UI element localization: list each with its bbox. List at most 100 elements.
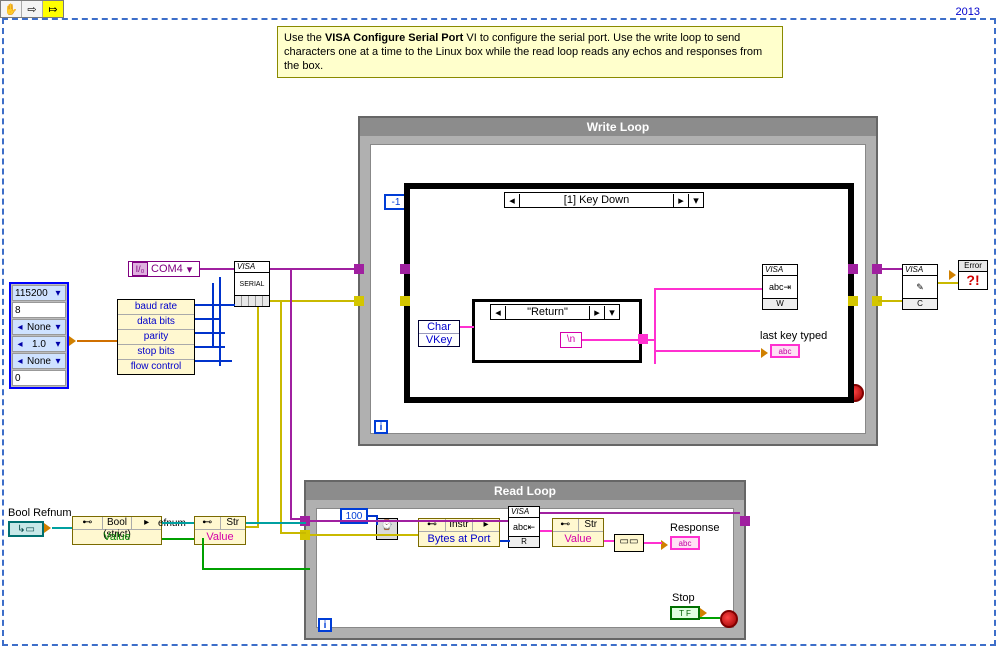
dropdown-icon[interactable]: ▾ [688,194,703,207]
highlight-exec-button[interactable]: ⤇ [43,1,63,17]
wire [246,526,259,528]
wire [540,512,740,514]
wire [195,332,225,334]
bbn-parity[interactable]: parity [118,330,194,345]
event-prev-icon[interactable]: ◂ [505,194,520,207]
wire [654,350,760,352]
year-tag: 2013 [952,6,984,18]
response-terminal[interactable]: abc [670,536,700,550]
wire [257,307,259,527]
extra-const[interactable]: 0 [12,370,66,386]
visa-resource-value: COM4 [151,263,183,275]
bbn-baud[interactable]: baud rate [118,300,194,315]
wire [878,268,902,270]
visa-write[interactable]: VISA abc⇥ W [762,264,798,310]
last-key-typed-terminal[interactable]: abc [770,344,800,358]
str-property-node-2[interactable]: ⊷Str Value [552,518,604,547]
bbn-databits[interactable]: data bits [118,315,194,330]
wire [654,288,762,290]
tunnel [638,334,648,344]
read-loop-title: Read Loop [306,482,744,500]
visa-close[interactable]: VISA ✎ C [902,264,938,310]
tunnel [354,264,364,274]
wire [290,268,292,520]
databits-const[interactable]: 8 [12,302,66,318]
bbn-stopbits[interactable]: stop bits [118,345,194,360]
wire [878,300,902,302]
wire [938,282,958,284]
wire [310,534,418,536]
bundle-by-name[interactable]: baud rate data bits parity stop bits flo… [117,299,195,375]
visa-configure-serial-port[interactable]: VISA SERIAL [234,261,270,296]
last-key-typed-label: last key typed [760,330,827,342]
tunnel [400,264,410,274]
instr-property-node[interactable]: ⊷Instr▸ Bytes at Port [418,518,500,547]
pan-tool-button[interactable]: ✋ [1,1,22,17]
wire [195,346,225,348]
case-label: "Return" [506,306,589,318]
write-loop-i: i [374,420,388,434]
wire [310,520,508,522]
output-tri-icon [949,270,956,280]
wire [654,288,656,364]
dropdown-icon[interactable]: ▾ [604,306,619,319]
error-out-terminal[interactable]: Error?! [958,260,988,290]
tunnel [400,296,410,306]
wire [460,326,474,328]
serial-constants-cluster[interactable]: 115200▾ 8 ◂None▾ ◂1.0▾ ◂None▾ 0 [9,282,69,389]
wire [582,339,642,341]
wire [700,617,720,619]
stopbits-const[interactable]: ◂1.0▾ [12,336,66,352]
step-over-button[interactable]: ⇨ [22,1,43,17]
bool-property-node[interactable]: ⊷Bool (strict)▸ Value [72,516,162,545]
output-tri-icon [44,523,51,533]
wire [604,540,614,542]
bbn-flow[interactable]: flow control [118,360,194,374]
tunnel [740,516,750,526]
cluster-output-icon [69,336,76,346]
wire [202,568,310,570]
visa-read[interactable]: VISA abc⇤ R [508,506,540,548]
wire [290,518,306,520]
tunnel [848,296,858,306]
event-case-label: [1] Key Down [520,194,673,206]
write-loop-title: Write Loop [360,118,876,136]
case-next-icon[interactable]: ▸ [589,306,604,319]
event-selector[interactable]: ◂ [1] Key Down ▸ ▾ [504,192,704,208]
wire [200,268,234,270]
case-selector[interactable]: ◂ "Return" ▸ ▾ [490,304,620,320]
wire [540,530,552,532]
event-data-node[interactable]: Char VKey [418,320,460,347]
wire [162,522,194,524]
wire [219,277,221,366]
parity-const[interactable]: ◂None▾ [12,319,66,335]
read-loop-i: i [318,618,332,632]
wire [246,522,306,524]
concat-strings[interactable]: ▭▭ [614,534,644,552]
stop-control-terminal[interactable]: T F [670,606,700,620]
note-bold: VISA Configure Serial Port [325,32,463,44]
bool-refnum-control[interactable]: ↳▭ [8,521,44,537]
case-prev-icon[interactable]: ◂ [491,306,506,319]
visa-resource-name[interactable]: I/₀ COM4 ▾ [128,261,200,277]
bool-refnum-label: Bool Refnum [8,507,72,519]
output-tri-icon [761,348,768,358]
event-data-char[interactable]: Char [419,321,459,334]
flow-const[interactable]: ◂None▾ [12,353,66,369]
wire [212,283,214,347]
wire [202,538,204,568]
output-tri-icon [661,540,668,550]
wire [280,300,282,534]
dropdown-icon: ▾ [187,263,193,276]
note-pre: Use the [284,32,325,44]
wire [644,542,662,544]
event-data-vkey[interactable]: VKey [419,334,459,346]
wire [195,304,235,306]
toolbar: ✋ ⇨ ⤇ [0,0,64,18]
comment-note: Use the VISA Configure Serial Port VI to… [277,26,783,78]
newline-constant[interactable]: \n [560,332,582,348]
baud-const[interactable]: 115200▾ [12,285,66,301]
wire [195,360,232,362]
tunnel [848,264,858,274]
event-next-icon[interactable]: ▸ [673,194,688,207]
